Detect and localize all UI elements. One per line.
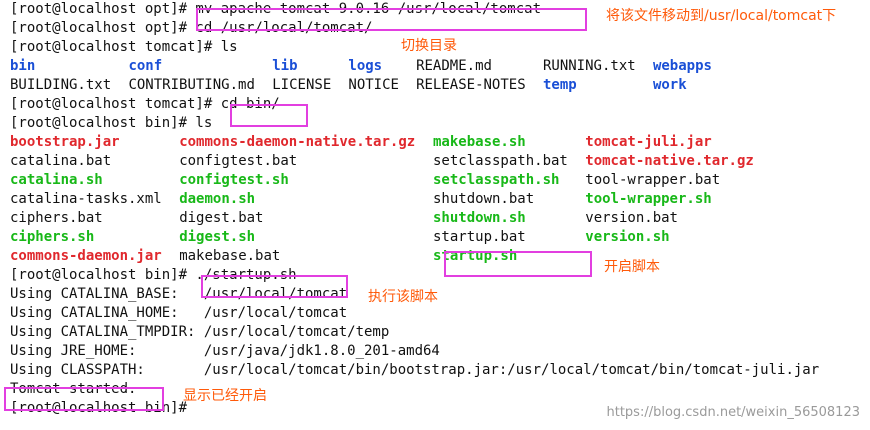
file-entry: ciphers.sh	[10, 229, 95, 245]
file-entry: shutdown.bat	[433, 191, 535, 207]
note-started: 显示已经开启	[183, 388, 267, 404]
file-entry: tomcat-juli.jar	[585, 134, 712, 150]
terminal-line: commons-daemon.jar makebase.bat startup.sh	[10, 247, 870, 266]
highlight-mv-command	[196, 8, 587, 31]
file-entry: CONTRIBUTING.md	[128, 77, 255, 93]
terminal-line: ciphers.bat digest.bat shutdown.sh version.…	[10, 209, 870, 228]
file-entry: lib	[272, 58, 298, 74]
terminal-line: catalina.bat configtest.bat setclasspath.b…	[10, 152, 870, 171]
file-entry: tomcat-native.tar.gz	[585, 153, 754, 169]
terminal-line: Using CATALINA_TMPDIR: /usr/local/tomcat…	[10, 324, 390, 340]
terminal-line: bin conf lib logs README.md RUNNING.txt webapp…	[10, 57, 870, 76]
file-entry: configtest.bat	[179, 153, 298, 169]
file-entry: NOTICE	[348, 77, 399, 93]
file-entry: setclasspath.sh	[433, 172, 560, 188]
file-entry: logs	[348, 58, 383, 74]
terminal-line: catalina-tasks.xml daemon.sh shutdown.bat t…	[10, 190, 870, 209]
file-entry: startup.bat	[433, 229, 526, 245]
note-run-script: 执行该脚本	[368, 289, 438, 305]
terminal-line: catalina.sh configtest.sh setclasspath.sh t…	[10, 171, 870, 190]
watermark: https://blog.csdn.net/weixin_56508123	[606, 405, 860, 420]
terminal-line: Using JRE_HOME: /usr/java/jdk1.8.0_201-a…	[10, 343, 440, 359]
terminal-window[interactable]: [root@localhost opt]# mv apache-tomcat-9…	[0, 0, 870, 430]
note-change-dir: 切换目录	[401, 38, 457, 54]
file-entry: digest.sh	[179, 229, 256, 245]
file-entry: temp	[542, 77, 577, 93]
file-entry: bin	[10, 58, 36, 74]
file-entry: version.bat	[585, 210, 678, 226]
file-entry: configtest.sh	[179, 172, 289, 188]
file-entry: BUILDING.txt	[10, 77, 112, 93]
file-entry: tool-wrapper.bat	[585, 172, 721, 188]
file-entry: shutdown.sh	[433, 210, 526, 226]
terminal-line: bootstrap.jar commons-daemon-native.tar.g…	[10, 133, 870, 152]
file-entry: version.sh	[585, 229, 670, 245]
file-entry: setclasspath.bat	[433, 153, 568, 169]
terminal-line: BUILDING.txt CONTRIBUTING.md LICENSE NOTICE…	[10, 76, 870, 95]
file-entry: catalina.bat	[10, 153, 112, 169]
file-entry: README.md	[416, 58, 492, 74]
file-entry: tool-wrapper.sh	[585, 191, 712, 207]
file-entry: work	[652, 77, 687, 93]
file-entry: webapps	[652, 58, 712, 74]
file-entry: catalina.sh	[10, 172, 103, 188]
file-entry: conf	[128, 58, 163, 74]
file-entry: makebase.bat	[179, 248, 281, 264]
note-startup-script: 开启脚本	[604, 259, 660, 275]
file-entry: makebase.sh	[433, 134, 526, 150]
file-entry: RELEASE-NOTES	[416, 77, 526, 93]
file-entry: LICENSE	[272, 77, 332, 93]
file-entry: catalina-tasks.xml	[10, 191, 162, 207]
file-entry: commons-daemon.jar	[10, 248, 162, 264]
file-entry: ciphers.bat	[10, 210, 103, 226]
highlight-startup-sh	[444, 251, 592, 277]
terminal-line: [root@localhost bin]# ls	[10, 115, 213, 131]
note-move-file: 将该文件移动到/usr/local/tomcat下	[606, 8, 837, 24]
file-entry: daemon.sh	[179, 191, 256, 207]
file-entry: digest.bat	[179, 210, 264, 226]
terminal-line: Using CLASSPATH: /usr/local/tomcat/bin/b…	[10, 362, 820, 378]
file-entry: commons-daemon-native.tar.gz	[179, 134, 416, 150]
terminal-line: [root@localhost tomcat]# ls	[10, 39, 238, 55]
terminal-line: Using CATALINA_HOME: /usr/local/tomcat	[10, 305, 348, 321]
file-entry: RUNNING.txt	[542, 58, 636, 74]
highlight-cd-bin	[230, 104, 308, 127]
file-entry: bootstrap.jar	[10, 134, 120, 150]
terminal-line: ciphers.sh digest.sh startup.bat version.sh	[10, 228, 870, 247]
highlight-tomcat-started	[4, 387, 164, 411]
highlight-run-startup	[201, 275, 348, 298]
